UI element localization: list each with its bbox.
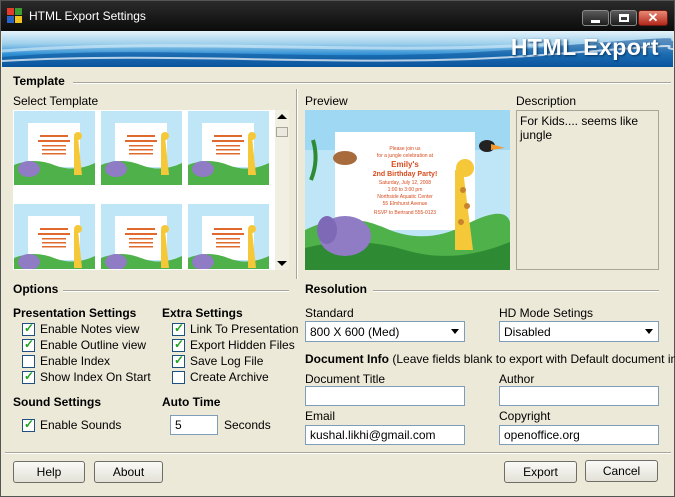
auto-time-input[interactable]: 5	[170, 415, 218, 435]
banner-title: HTML Export	[510, 34, 659, 60]
preview-card-line2: for a jungle celebration at	[377, 153, 434, 159]
template-thumbnail-image	[14, 204, 95, 269]
about-button[interactable]: About	[94, 461, 163, 483]
export-hidden-files-label: Export Hidden Files	[190, 338, 295, 352]
enable-notes-view-checkbox[interactable]	[22, 321, 35, 336]
link-to-presentation-label: Link To Presentation	[190, 322, 299, 336]
resolution-section-title: Resolution	[305, 282, 367, 296]
preview-card-place: Northside Aquatic Center	[377, 194, 433, 200]
minimize-icon	[591, 20, 600, 23]
preview-card-date: Saturday, July 12, 2008	[379, 180, 431, 186]
enable-index-label: Enable Index	[40, 354, 111, 368]
template-thumbnail-image	[188, 204, 269, 269]
document-title-label: Document Title	[305, 372, 386, 386]
enable-sounds-label: Enable Sounds	[40, 418, 122, 432]
document-title-input[interactable]	[305, 386, 465, 406]
hd-mode-select[interactable]: Disabled	[499, 321, 659, 342]
description-box: For Kids.... seems like jungle	[516, 110, 659, 270]
auto-time-title: Auto Time	[162, 395, 221, 409]
enable-sounds-checkbox[interactable]	[22, 417, 35, 432]
template-section-title: Template	[13, 74, 65, 88]
options-divider	[63, 290, 289, 292]
chevron-down-icon	[645, 329, 653, 334]
template-thumbnail-image	[188, 111, 269, 185]
create-archive-label: Create Archive	[190, 370, 269, 384]
save-log-file-label: Save Log File	[190, 354, 264, 368]
preview-card-time: 1:00 to 3:00 pm	[388, 187, 423, 193]
extra-settings-title: Extra Settings	[162, 306, 243, 320]
presentation-settings-title: Presentation Settings	[13, 306, 137, 320]
scroll-down-icon[interactable]	[277, 261, 287, 266]
link-to-presentation-checkbox[interactable]	[172, 321, 185, 336]
options-section-title: Options	[13, 282, 59, 296]
header-banner: HTML Export	[2, 31, 673, 67]
help-button[interactable]: Help	[13, 461, 85, 483]
maximize-button[interactable]	[610, 10, 637, 26]
maximize-icon	[619, 14, 629, 22]
enable-index-checkbox[interactable]	[22, 355, 35, 368]
cancel-button[interactable]: Cancel	[585, 460, 658, 482]
title-bar[interactable]: HTML Export Settings ✕	[1, 1, 674, 31]
footer-divider	[5, 452, 671, 454]
template-divider	[73, 82, 671, 84]
create-archive-checkbox[interactable]	[172, 371, 185, 384]
preview-label: Preview	[305, 94, 348, 108]
hd-mode-label: HD Mode Setings	[499, 306, 594, 320]
standard-label: Standard	[305, 306, 354, 320]
app-icon	[7, 8, 23, 24]
email-input[interactable]: kushal.likhi@gmail.com	[305, 425, 465, 445]
copyright-label: Copyright	[499, 409, 551, 423]
template-list-scrollbar[interactable]	[275, 110, 289, 270]
scroll-thumb[interactable]	[276, 127, 288, 137]
preview-card-address: 55 Elmhurst Avenue	[383, 201, 428, 207]
save-log-file-checkbox[interactable]	[172, 353, 185, 368]
jungle-invitation-preview: Please join us for a jungle celebration …	[305, 110, 510, 270]
html-export-settings-window: HTML Export Settings ✕ HTML Export Templ…	[0, 0, 675, 497]
enable-outline-view-checkbox[interactable]	[22, 337, 35, 352]
scroll-up-icon[interactable]	[277, 114, 287, 119]
template-thumbnail[interactable]	[188, 111, 269, 185]
template-thumbnail[interactable]	[14, 204, 95, 269]
select-template-label: Select Template	[13, 94, 99, 108]
preview-card-line1: Please join us	[389, 146, 421, 152]
section-vertical-divider	[296, 89, 298, 279]
email-label: Email	[305, 409, 336, 423]
minimize-button[interactable]	[582, 10, 609, 26]
template-thumbnail-image	[14, 111, 95, 185]
document-info-hint: (Leave fields blank to export with Defau…	[392, 352, 675, 366]
resolution-divider	[373, 290, 659, 292]
copyright-input[interactable]: openoffice.org	[499, 425, 659, 445]
template-thumbnail[interactable]	[101, 204, 182, 269]
template-thumbnail[interactable]	[101, 111, 182, 185]
export-button[interactable]: Export	[504, 461, 577, 483]
enable-outline-view-label: Enable Outline view	[40, 338, 147, 352]
auto-time-unit-label: Seconds	[224, 418, 271, 432]
template-thumbnail-image	[101, 111, 182, 185]
hd-mode-value: Disabled	[504, 325, 551, 339]
standard-resolution-select[interactable]: 800 X 600 (Med)	[305, 321, 465, 342]
document-info-title: Document Info	[305, 352, 389, 366]
show-index-on-start-checkbox[interactable]	[22, 369, 35, 384]
window-title: HTML Export Settings	[29, 9, 146, 23]
standard-resolution-value: 800 X 600 (Med)	[310, 325, 400, 339]
preview-card-rsvp: RSVP to Bertrand 555-0123	[374, 210, 436, 216]
document-info-heading: Document Info (Leave fields blank to exp…	[305, 352, 675, 366]
template-thumbnail-list[interactable]	[13, 110, 289, 270]
preview-card-name: Emily's	[391, 160, 419, 169]
show-index-on-start-label: Show Index On Start	[40, 370, 151, 384]
template-thumbnail-image	[101, 204, 182, 269]
template-thumbnail[interactable]	[188, 204, 269, 269]
preview-card-headline: 2nd Birthday Party!	[373, 171, 438, 178]
sound-settings-title: Sound Settings	[13, 395, 101, 409]
description-label: Description	[516, 94, 577, 108]
template-preview: Please join us for a jungle celebration …	[305, 110, 510, 270]
author-input[interactable]	[499, 386, 659, 406]
export-hidden-files-checkbox[interactable]	[172, 337, 185, 352]
author-label: Author	[499, 372, 535, 386]
close-icon: ✕	[647, 10, 659, 25]
chevron-down-icon	[451, 329, 459, 334]
enable-notes-view-label: Enable Notes view	[40, 322, 140, 336]
close-button[interactable]: ✕	[638, 10, 668, 26]
template-thumbnail[interactable]	[14, 111, 95, 185]
